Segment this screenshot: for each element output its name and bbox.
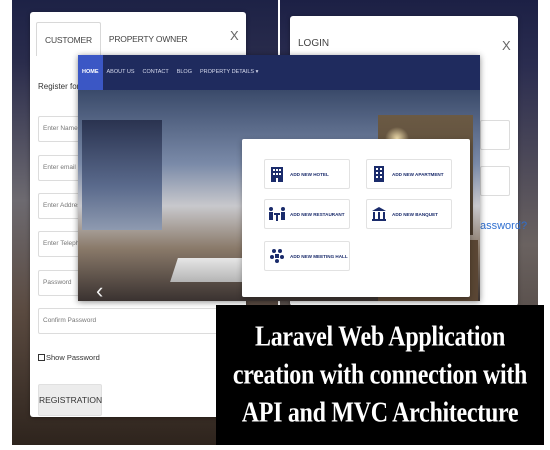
login-password-field[interactable] [480, 166, 510, 196]
banquet-icon [370, 205, 388, 223]
add-hotel-label: ADD NEW HOTEL [290, 171, 329, 177]
show-password-checkbox[interactable] [38, 354, 45, 361]
website-preview: HOME ABOUT US CONTACT BLOG PROPERTY DETA… [78, 55, 480, 301]
add-banquet-item[interactable]: ADD NEW BANQUET [366, 199, 452, 229]
property-details-dropdown: ADD NEW HOTEL ADD NEW APARTMENT ADD NEW … [242, 139, 470, 297]
add-apartment-label: ADD NEW APARTMENT [392, 171, 444, 177]
show-password-label: Show Password [46, 353, 100, 362]
forgot-password-link[interactable]: assword? [480, 220, 527, 232]
add-restaurant-item[interactable]: ADD NEW RESTAURANT [264, 199, 350, 229]
login-title: LOGIN [298, 38, 330, 49]
screenshot-collage: CUSTOMER PROPERTY OWNER X Register for Y… [0, 0, 550, 450]
nav-property-details[interactable]: PROPERTY DETAILS ▾ [196, 55, 262, 90]
tab-customer[interactable]: CUSTOMER [36, 22, 101, 56]
registration-button[interactable]: REGISTRATION [38, 384, 102, 416]
nav-contact[interactable]: CONTACT [139, 55, 173, 90]
registration-tabs: CUSTOMER PROPERTY OWNER [36, 22, 195, 56]
meeting-hall-icon [268, 247, 286, 265]
restaurant-icon [268, 205, 286, 223]
add-banquet-label: ADD NEW BANQUET [392, 211, 438, 217]
registration-close-button[interactable]: X [230, 28, 239, 43]
caption-banner: Laravel Web Application creation with co… [216, 305, 544, 445]
add-meeting-hall-label: ADD NEW MEETING HALL [290, 253, 348, 259]
caption-line-3: API and MVC Architecture [241, 397, 519, 429]
nav-about-us[interactable]: ABOUT US [103, 55, 139, 90]
apartment-icon [370, 165, 388, 183]
login-email-field[interactable] [480, 120, 510, 150]
add-apartment-item[interactable]: ADD NEW APARTMENT [366, 159, 452, 189]
site-navbar: HOME ABOUT US CONTACT BLOG PROPERTY DETA… [78, 55, 480, 90]
add-restaurant-label: ADD NEW RESTAURANT [290, 211, 345, 217]
confirm-password-field[interactable]: Confirm Password [38, 308, 243, 334]
nav-blog[interactable]: BLOG [173, 55, 196, 90]
nav-home[interactable]: HOME [78, 55, 103, 90]
login-close-button[interactable]: X [502, 38, 511, 53]
tab-property-owner[interactable]: PROPERTY OWNER [101, 22, 196, 56]
hero-window [82, 120, 162, 230]
add-meeting-hall-item[interactable]: ADD NEW MEETING HALL [264, 241, 350, 271]
carousel-prev-button[interactable]: ‹ [96, 278, 103, 301]
hotel-icon [268, 165, 286, 183]
add-hotel-item[interactable]: ADD NEW HOTEL [264, 159, 350, 189]
show-password-toggle[interactable]: Show Password [38, 353, 100, 362]
